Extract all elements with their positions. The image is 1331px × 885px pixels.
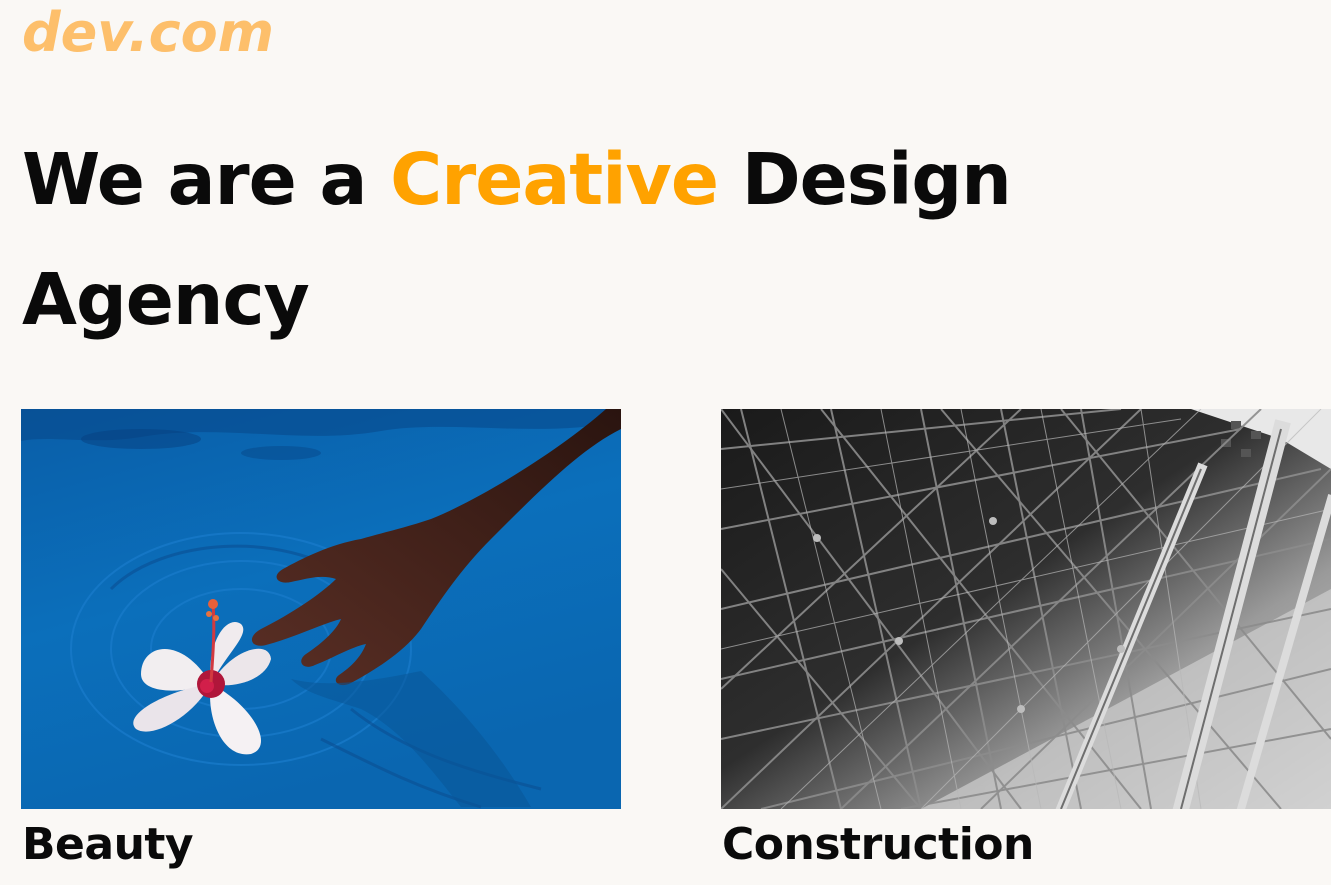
hero-headline: We are a Creative Design Agency [22, 120, 1122, 360]
page: dev.com We are a Creative Design Agency [0, 0, 1331, 885]
beauty-image[interactable] [21, 409, 621, 809]
card-title-beauty[interactable]: Beauty [22, 816, 621, 874]
card-title-construction[interactable]: Construction [722, 816, 1331, 874]
portfolio-card-beauty[interactable]: Beauty [21, 409, 621, 874]
site-logo[interactable]: dev.com [22, 2, 274, 64]
portfolio-card-construction[interactable]: Construction [721, 409, 1331, 874]
headline-text-start: We are a [22, 138, 391, 221]
headline-accent-word: Creative [390, 138, 719, 221]
construction-image[interactable] [721, 409, 1331, 809]
